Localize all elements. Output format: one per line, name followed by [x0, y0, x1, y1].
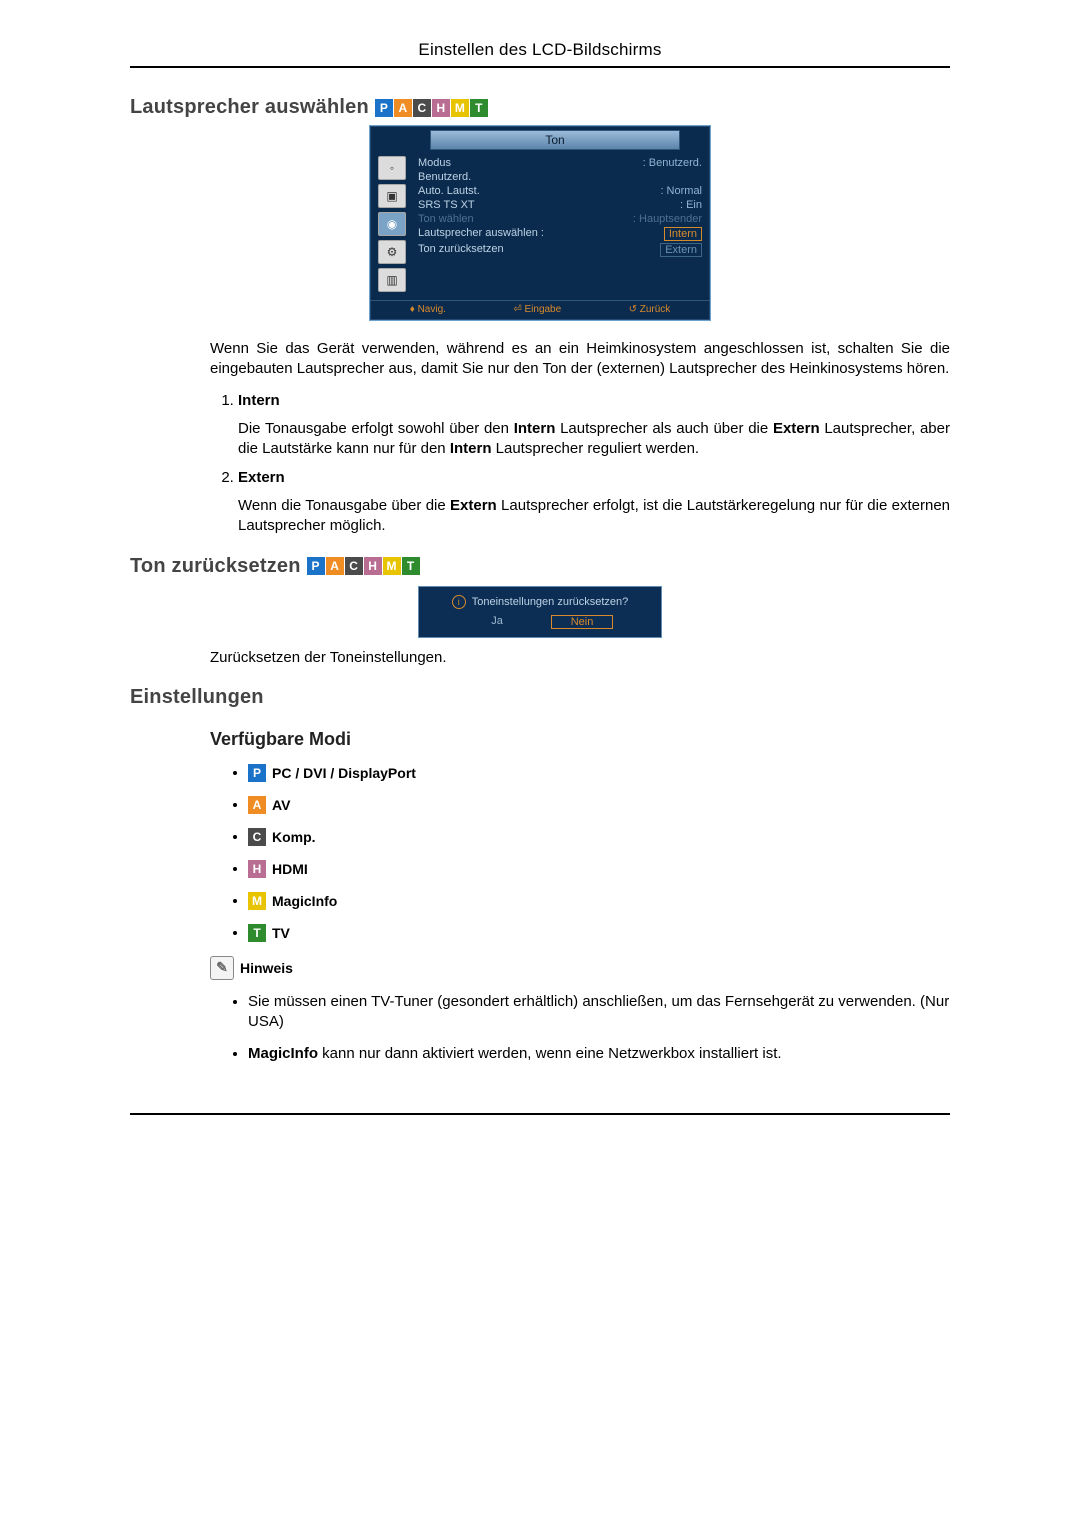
chip-t-icon: T — [470, 99, 488, 117]
note-icon: ✎ — [210, 956, 234, 980]
osd-sound-icon: ▣ — [378, 184, 406, 208]
chip-t-icon: T — [402, 557, 420, 575]
osd-row: Ton wählen: Hauptsender — [418, 212, 702, 226]
section-speaker-select-title: Lautsprecher auswählen P A C H M T — [130, 96, 950, 119]
option-desc: Die Tonausgabe erfolgt sowohl über den I… — [238, 419, 950, 460]
chip-a-icon: A — [248, 796, 266, 814]
osd-screenshot: Ton ◦ ▣ ◉ ⚙ ▥ Modus: Benutzerd. Benutzer… — [130, 125, 950, 321]
mode-chips: P A C H M T — [375, 99, 488, 117]
chip-c-icon: C — [413, 99, 431, 117]
osd-row: Auto. Lautst.: Normal — [418, 184, 702, 198]
list-item: C Komp. — [248, 828, 950, 846]
section-title-text: Ton zurücksetzen — [130, 555, 301, 578]
osd-title: Ton — [430, 130, 680, 150]
list-item: MagicInfo kann nur dann aktiviert werden… — [248, 1044, 950, 1064]
section-title-text: Einstellungen — [130, 686, 264, 709]
chip-p-icon: P — [248, 764, 266, 782]
osd-row: Modus: Benutzerd. — [418, 156, 702, 170]
osd-row: Benutzerd. — [418, 170, 702, 184]
option-desc: Wenn die Tonausgabe über die Extern Laut… — [238, 496, 950, 537]
mode-chips: P A C H M T — [307, 557, 420, 575]
page-header: Einstellen des LCD-Bildschirms — [130, 40, 950, 66]
info-icon: i — [452, 595, 466, 609]
section-settings-title: Einstellungen — [130, 686, 950, 709]
chip-t-icon: T — [248, 924, 266, 942]
osd-footer-back: ↺ Zurück — [629, 304, 671, 315]
mode-label: AV — [272, 797, 290, 813]
osd-rows: Modus: Benutzerd. Benutzerd. Auto. Lauts… — [414, 152, 710, 296]
osd-footer: ♦ Navig. ⏎ Eingabe ↺ Zurück — [370, 300, 710, 320]
osd-setup-icon: ⚙ — [378, 240, 406, 264]
list-item: H HDMI — [248, 860, 950, 878]
option-label: Intern — [238, 392, 280, 409]
chip-a-icon: A — [326, 557, 344, 575]
mode-label: Komp. — [272, 829, 316, 845]
notes-list: Sie müssen einen TV-Tuner (gesondert erh… — [230, 992, 950, 1065]
section2-desc: Zurücksetzen der Toneinstellungen. — [210, 648, 950, 668]
section-title-text: Lautsprecher auswählen — [130, 96, 369, 119]
osd-picture-icon: ◦ — [378, 156, 406, 180]
option-label: Extern — [238, 469, 285, 486]
list-item: Sie müssen einen TV-Tuner (gesondert erh… — [248, 992, 950, 1033]
osd-footer-enter: ⏎ Eingabe — [513, 304, 561, 315]
dialog-message: i Toneinstellungen zurücksetzen? — [425, 593, 655, 615]
header-divider — [130, 66, 950, 68]
chip-c-icon: C — [345, 557, 363, 575]
chip-m-icon: M — [383, 557, 401, 575]
chip-p-icon: P — [307, 557, 325, 575]
osd-footer-nav: ♦ Navig. — [410, 304, 446, 315]
chip-h-icon: H — [248, 860, 266, 878]
osd-multi-icon: ▥ — [378, 268, 406, 292]
osd-row-selected: Lautsprecher auswählen :Intern — [418, 226, 702, 242]
list-item: Extern Wenn die Tonausgabe über die Exte… — [238, 469, 950, 537]
mode-label: MagicInfo — [272, 893, 337, 909]
chip-p-icon: P — [375, 99, 393, 117]
chip-c-icon: C — [248, 828, 266, 846]
available-modes-heading: Verfügbare Modi — [210, 729, 950, 750]
note-heading: ✎ Hinweis — [210, 956, 950, 980]
mode-label: HDMI — [272, 861, 308, 877]
footer-divider — [130, 1113, 950, 1115]
chip-a-icon: A — [394, 99, 412, 117]
mode-label: PC / DVI / DisplayPort — [272, 765, 416, 781]
osd-row: SRS TS XT: Ein — [418, 198, 702, 212]
osd-row: Ton zurücksetzenExtern — [418, 242, 702, 258]
available-modes-list: P PC / DVI / DisplayPort A AV C Komp. H HDMI… — [230, 764, 950, 942]
chip-m-icon: M — [451, 99, 469, 117]
list-item: P PC / DVI / DisplayPort — [248, 764, 950, 782]
dialog-no: Nein — [551, 615, 613, 629]
list-item: Intern Die Tonausgabe erfolgt sowohl übe… — [238, 392, 950, 460]
list-item: A AV — [248, 796, 950, 814]
chip-h-icon: H — [364, 557, 382, 575]
chip-h-icon: H — [432, 99, 450, 117]
reset-dialog-screenshot: i Toneinstellungen zurücksetzen? Ja Nein — [130, 586, 950, 638]
speaker-options-list: Intern Die Tonausgabe erfolgt sowohl übe… — [210, 392, 950, 537]
dialog-yes: Ja — [467, 615, 527, 629]
osd-selected-icon: ◉ — [378, 212, 406, 236]
mode-label: TV — [272, 925, 290, 941]
chip-m-icon: M — [248, 892, 266, 910]
list-item: T TV — [248, 924, 950, 942]
osd-side-icons: ◦ ▣ ◉ ⚙ ▥ — [370, 152, 414, 296]
section-reset-sound-title: Ton zurücksetzen P A C H M T — [130, 555, 950, 578]
list-item: M MagicInfo — [248, 892, 950, 910]
section1-intro: Wenn Sie das Gerät verwenden, während es… — [210, 339, 950, 380]
